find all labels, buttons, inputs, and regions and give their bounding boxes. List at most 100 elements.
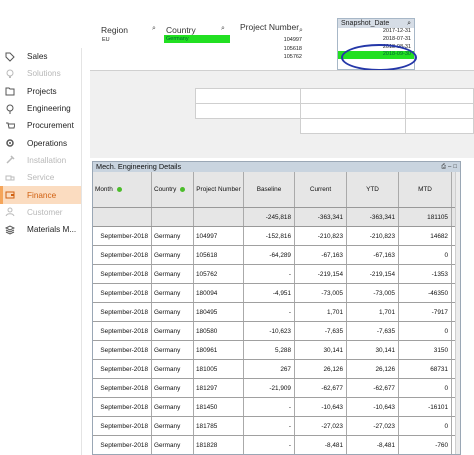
column-header-label: YTD <box>366 186 379 193</box>
table-cell: -10,623 <box>244 322 295 340</box>
table-row[interactable]: September-2018 Germany 181005 267 26,126 26,1… <box>93 360 460 379</box>
table-cell: - <box>244 436 295 454</box>
table-cell: 104997 <box>194 227 244 245</box>
table-row[interactable]: September-2018 Germany 181785- -27,023 -27,0… <box>93 417 460 436</box>
column-header-label: Current <box>309 186 332 193</box>
project-number-label: Project Number <box>240 22 300 32</box>
table-cell: 105618 <box>194 246 244 264</box>
table-cell: - <box>244 265 295 283</box>
table-row[interactable]: September-2018 Germany 105618 -64,289 -67,16… <box>93 246 460 265</box>
minimize-icon[interactable]: – <box>448 162 451 172</box>
snapshot-search-icon[interactable]: ⌕ <box>407 19 411 28</box>
sidebar-item-customer[interactable]: Customer <box>0 204 81 221</box>
table-cell: -21,909 <box>244 379 295 397</box>
table-cell: 180961 <box>194 341 244 359</box>
sidebar-item-operations[interactable]: Operations <box>0 134 81 151</box>
column-header-label: Month <box>95 186 113 193</box>
snapshot-date-item[interactable]: 2017-12-31 <box>338 28 414 36</box>
country-selected-value[interactable]: Germany <box>164 35 230 43</box>
sidebar-item-service[interactable]: Service <box>0 169 81 186</box>
table-row[interactable]: September-2018 Germany 181828- -8,481 -8,481… <box>93 436 460 454</box>
table-cell: -27,023 <box>347 417 399 435</box>
total-cell: 181105 <box>399 208 452 226</box>
table-cell: -1353 <box>399 265 452 283</box>
snapshot-date-item-selected[interactable]: 2018-09-30 <box>338 51 414 60</box>
table-cell: 0 <box>399 379 452 397</box>
table-cell: 181297 <box>194 379 244 397</box>
table-cell: September-2018 <box>93 246 152 264</box>
snapshot-date-label: Snapshot_Date <box>341 20 390 27</box>
table-cell: -27,023 <box>295 417 347 435</box>
column-header-month[interactable]: Month <box>93 172 152 207</box>
sidebar-item-label: Procurement <box>27 121 74 131</box>
table-row[interactable]: September-2018 Germany 180961 5,288 30,141 30… <box>93 341 460 360</box>
project-number-item[interactable]: 105618 <box>240 45 304 54</box>
region-search-icon[interactable]: ⌕ <box>152 25 156 33</box>
table-row[interactable]: September-2018 Germany 180094 -4,951 -73,005… <box>93 284 460 303</box>
grid-cell <box>300 118 406 134</box>
project-number-item[interactable]: 105762 <box>240 53 304 62</box>
sidebar-item-label: Installation <box>27 155 67 165</box>
sidebar-item-installation[interactable]: Installation <box>0 152 81 169</box>
total-cell <box>93 208 152 226</box>
table-cell: -67,163 <box>295 246 347 264</box>
column-header-mtd[interactable]: MTD <box>399 172 452 207</box>
table-cell: -46350 <box>399 284 452 302</box>
table-cell: -62,677 <box>347 379 399 397</box>
table-cell: -7,635 <box>347 322 399 340</box>
table-cell: -7,635 <box>295 322 347 340</box>
vertical-scrollbar[interactable] <box>455 172 460 454</box>
table-cell: -210,823 <box>295 227 347 245</box>
table-cell: 14682 <box>399 227 452 245</box>
filter-indicator-icon <box>116 187 122 192</box>
country-search-icon[interactable]: ⌕ <box>221 25 225 33</box>
table-cell: -73,005 <box>347 284 399 302</box>
maximize-icon[interactable]: □ <box>453 162 457 172</box>
table-cell: September-2018 <box>93 227 152 245</box>
export-icon[interactable]: ⎙ <box>441 162 446 172</box>
table-cell: Germany <box>152 379 194 397</box>
project-number-search-icon[interactable]: ⌕ <box>299 27 303 35</box>
table-cell: 26,126 <box>295 360 347 378</box>
column-header-project-number[interactable]: Project Number <box>194 172 244 207</box>
region-value[interactable]: EU <box>102 37 110 43</box>
pin-icon <box>5 104 15 114</box>
sidebar-item-solutions[interactable]: Solutions <box>0 65 81 82</box>
table-cell: 181785 <box>194 417 244 435</box>
column-header-ytd[interactable]: YTD <box>347 172 399 207</box>
sidebar-item-label: Service <box>27 173 55 183</box>
snapshot-date-item[interactable]: 2018-07-31 <box>338 36 414 44</box>
sidebar-item-projects[interactable]: Projects <box>0 83 81 100</box>
table-cell: -16101 <box>399 398 452 416</box>
total-cell <box>152 208 194 226</box>
bulb-icon <box>5 69 15 79</box>
sidebar-item-sales[interactable]: Sales <box>0 48 81 65</box>
table-row[interactable]: September-2018 Germany 181450- -10,643 -10,6… <box>93 398 460 417</box>
table-row[interactable]: September-2018 Germany 180580 -10,623 -7,635… <box>93 322 460 341</box>
snapshot-date-item[interactable]: 2018-08-31 <box>338 44 414 52</box>
table-row[interactable]: September-2018 Germany 105762- -219,154 -219… <box>93 265 460 284</box>
sidebar-item-engineering[interactable]: Engineering <box>0 100 81 117</box>
table-row[interactable]: September-2018 Germany 181297 -21,909 -62,67… <box>93 379 460 398</box>
table-cell: September-2018 <box>93 360 152 378</box>
sidebar-item-finance[interactable]: Finance <box>0 186 81 204</box>
table-cell: -73,005 <box>295 284 347 302</box>
table-cell: 181450 <box>194 398 244 416</box>
table-cell: - <box>244 417 295 435</box>
column-header-current[interactable]: Current <box>295 172 347 207</box>
total-cell: -245,818 <box>244 208 295 226</box>
table-row[interactable]: September-2018 Germany 104997 -152,816 -210,… <box>93 227 460 246</box>
column-header-label: MTD <box>418 186 432 193</box>
table-cell: 68731 <box>399 360 452 378</box>
table-cell: -10,643 <box>347 398 399 416</box>
column-header-baseline[interactable]: Baseline <box>244 172 295 207</box>
column-header-country[interactable]: Country <box>152 172 194 207</box>
table-cell: -4,951 <box>244 284 295 302</box>
sidebar-item-materials-m[interactable]: Materials M... <box>0 221 81 238</box>
table-row[interactable]: September-2018 Germany 180495-1,701 1,701 -7… <box>93 303 460 322</box>
table-cell: September-2018 <box>93 417 152 435</box>
table-cell: Germany <box>152 417 194 435</box>
sidebar-item-label: Projects <box>27 86 57 96</box>
project-number-item[interactable]: 104997 <box>240 36 304 45</box>
sidebar-item-procurement[interactable]: Procurement <box>0 117 81 134</box>
